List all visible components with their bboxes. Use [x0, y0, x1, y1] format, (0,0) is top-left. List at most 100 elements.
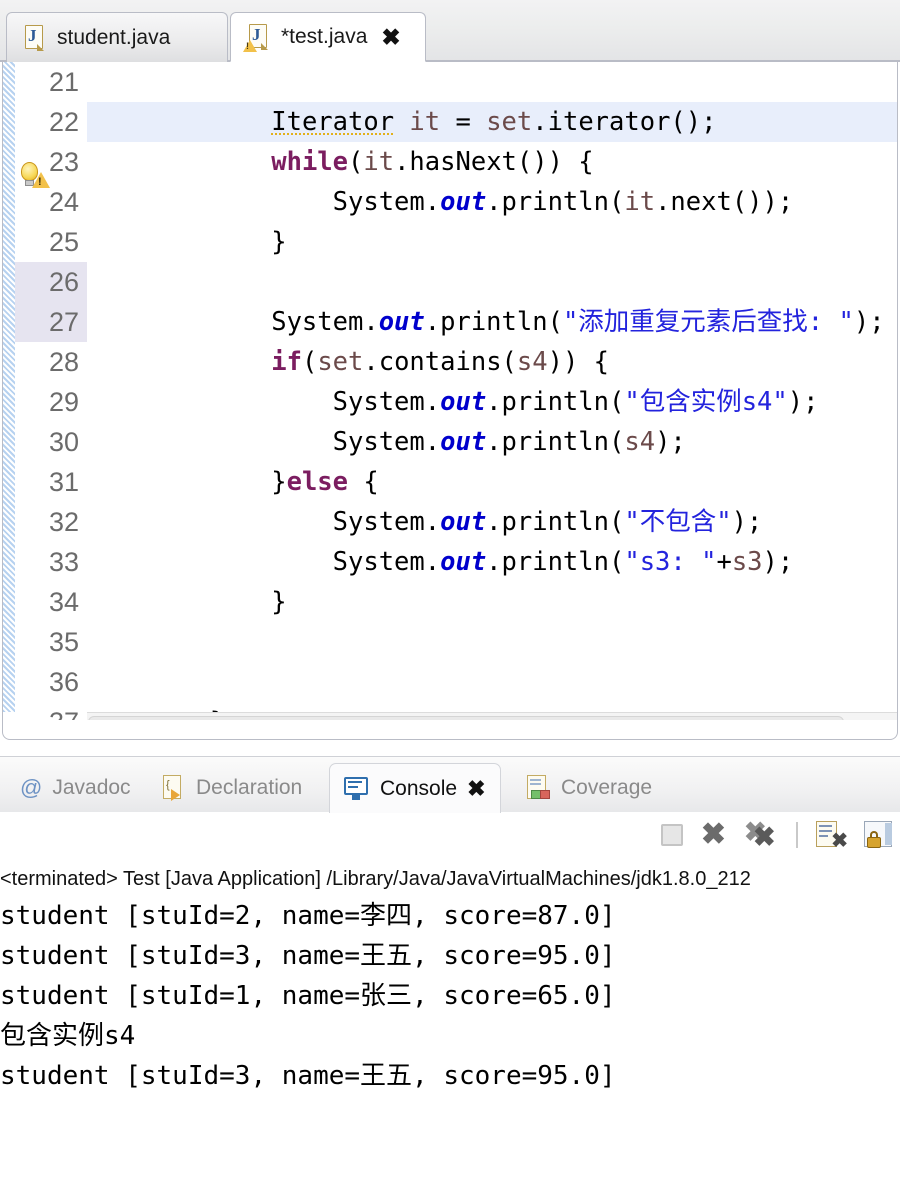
- line-number-label: 36: [48, 667, 79, 697]
- line-number-22[interactable]: 22: [15, 102, 87, 142]
- panel-tab-label: Declaration: [196, 776, 303, 799]
- console-icon: [344, 776, 370, 801]
- code-line-27[interactable]: System.out.println("添加重复元素后查找: ");: [87, 302, 897, 342]
- code-line-32[interactable]: System.out.println("不包含");: [87, 502, 897, 542]
- line-number-34[interactable]: 34: [15, 582, 87, 622]
- code-line-25[interactable]: }: [87, 222, 897, 262]
- code-line-35[interactable]: [87, 622, 897, 662]
- line-number-37[interactable]: 37: [15, 702, 87, 720]
- line-number-label: 26: [48, 267, 79, 297]
- remove-all-terminated-button[interactable]: ✖ ✖: [744, 817, 778, 852]
- code-line-22[interactable]: Iterator it = set.iterator();: [87, 102, 897, 142]
- editor-tab-test-java[interactable]: J ! *test.java ✖: [230, 12, 426, 62]
- code-line-text: [87, 622, 897, 662]
- panel-tab-label: Coverage: [561, 776, 653, 799]
- code-line-text: System.out.println(s4);: [87, 427, 686, 457]
- toolbar-separator: [796, 822, 798, 848]
- console-output-line: 包含实例s4: [0, 1021, 136, 1051]
- line-number-30[interactable]: 30: [15, 422, 87, 462]
- code-line-text: }: [87, 587, 287, 617]
- scroll-lock-button[interactable]: [864, 821, 894, 849]
- code-line-text: Iterator it = set.iterator();: [271, 107, 717, 137]
- console-output-line: student [stuId=3, name=王五, score=95.0]: [0, 1061, 616, 1091]
- line-number-33[interactable]: 33: [15, 542, 87, 582]
- editor-bottom-edge: [2, 720, 898, 740]
- tab-javadoc[interactable]: @ Javadoc: [6, 763, 145, 813]
- code-line-text: if(set.contains(s4)) {: [271, 347, 610, 377]
- line-number-label: 37: [49, 702, 79, 720]
- console-output[interactable]: student [stuId=2, name=李四, score=87.0] st…: [0, 896, 900, 1180]
- editor-area: J student.java J ! *test.java ✖ 21 22 23 24…: [0, 0, 900, 750]
- tab-console[interactable]: Console ✖: [329, 763, 501, 813]
- close-icon[interactable]: ✖: [381, 25, 400, 49]
- panel-tab-label: Javadoc: [52, 776, 131, 799]
- bottom-panel: @ Javadoc { Declaration Console ✖ Covera…: [0, 750, 900, 1180]
- line-number-35[interactable]: 35: [15, 622, 87, 662]
- line-number-label: 24: [48, 187, 79, 217]
- line-number-label: 21: [48, 67, 79, 97]
- close-icon[interactable]: ✖: [467, 777, 485, 800]
- line-number-label: 31: [48, 467, 79, 497]
- console-launch-header: <terminated> Test [Java Application] /Li…: [0, 868, 751, 890]
- code-line-31[interactable]: }else {: [87, 462, 897, 502]
- code-line-text: System.out.println(it.next());: [87, 187, 794, 217]
- line-number-label: 28: [48, 347, 79, 377]
- tab-coverage[interactable]: Coverage: [513, 763, 666, 813]
- line-number-29[interactable]: 29: [15, 382, 87, 422]
- code-line-24[interactable]: System.out.println(it.next());: [87, 182, 897, 222]
- line-number-label: 29: [48, 387, 79, 417]
- code-editor[interactable]: 21 22 23 24 25 26 27 28 29 30 31 32 33 34 35 36 37 Itera…: [2, 62, 898, 720]
- code-line-23[interactable]: while(it.hasNext()) {: [87, 142, 897, 182]
- line-number-label: 33: [48, 547, 79, 577]
- code-text-area[interactable]: Iterator it = set.iterator(); while(it.h…: [87, 62, 897, 720]
- java-file-icon: J: [23, 24, 45, 51]
- line-number-28[interactable]: 28: [15, 342, 87, 382]
- tab-declaration[interactable]: { Declaration: [148, 763, 316, 813]
- panel-tab-label: Console: [380, 776, 458, 800]
- line-number-label: 22: [48, 107, 79, 137]
- coverage-icon: [527, 775, 551, 801]
- code-line-text: System.out.println("s3: "+s3);: [87, 547, 794, 577]
- editor-horizontal-scrollbar[interactable]: [87, 712, 897, 720]
- code-line-text: System.out.println("添加重复元素后查找: ");: [87, 307, 885, 337]
- line-number-21[interactable]: 21: [15, 62, 87, 102]
- line-number-label: 25: [48, 227, 79, 257]
- remove-launch-button[interactable]: ✖: [701, 820, 726, 850]
- editor-tabbar: J student.java J ! *test.java ✖: [0, 0, 900, 63]
- line-number-25[interactable]: 25: [15, 222, 87, 262]
- code-line-30[interactable]: System.out.println(s4);: [87, 422, 897, 462]
- clear-console-icon: ✖: [816, 821, 848, 852]
- line-number-31[interactable]: 31: [15, 462, 87, 502]
- line-number-27[interactable]: 27: [15, 302, 87, 342]
- console-output-line: student [stuId=1, name=张三, score=65.0]: [0, 981, 616, 1011]
- stop-square-icon: [660, 824, 683, 846]
- code-line-26[interactable]: [87, 262, 897, 302]
- line-number-label: 27: [48, 307, 79, 337]
- editor-tab-label: *test.java: [281, 25, 368, 48]
- at-icon: @: [20, 775, 43, 800]
- terminate-button[interactable]: [660, 824, 683, 846]
- x-icon: ✖: [700, 818, 726, 851]
- console-toolbar: ✖ ✖ ✖ ✖: [660, 812, 900, 858]
- code-line-29[interactable]: System.out.println("包含实例s4");: [87, 382, 897, 422]
- code-line-33[interactable]: System.out.println("s3: "+s3);: [87, 542, 897, 582]
- code-line-21[interactable]: [87, 62, 897, 102]
- code-line-36[interactable]: [87, 662, 897, 702]
- scroll-lock-icon: [864, 821, 894, 849]
- line-number-36[interactable]: 36: [15, 662, 87, 702]
- code-line-28[interactable]: if(set.contains(s4)) {: [87, 342, 897, 382]
- editor-tab-student-java[interactable]: J student.java: [6, 12, 228, 62]
- java-file-warning-icon: J !: [243, 24, 269, 52]
- line-number-label: 32: [48, 507, 79, 537]
- line-number-32[interactable]: 32: [15, 502, 87, 542]
- line-number-gutter[interactable]: 21 22 23 24 25 26 27 28 29 30 31 32 33 34 35 36 37: [15, 62, 87, 720]
- line-number-26[interactable]: 26: [15, 262, 87, 302]
- code-line-text: }else {: [87, 467, 379, 497]
- code-line-34[interactable]: }: [87, 582, 897, 622]
- code-line-text: while(it.hasNext()) {: [271, 147, 594, 177]
- code-line-text: [87, 62, 897, 102]
- editor-tab-label: student.java: [57, 25, 171, 49]
- clear-console-button[interactable]: ✖: [816, 821, 848, 852]
- code-line-text: System.out.println("包含实例s4");: [87, 387, 819, 417]
- quickfix-warning-marker-icon[interactable]: !: [17, 162, 51, 192]
